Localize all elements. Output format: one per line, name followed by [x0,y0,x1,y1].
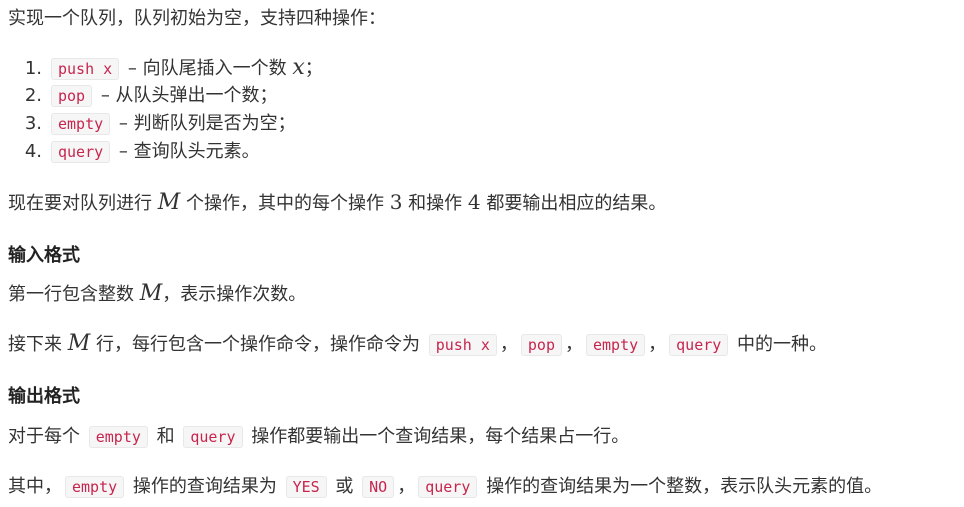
next-lines-paragraph: 接下来 M 行，每行包含一个操作命令，操作命令为 push x， pop， empt… [8,327,827,362]
text: 现在要对队列进行 [8,193,158,214]
text: 操作都要输出一个查询结果，每个结果占一行。 [245,426,630,447]
text: 对于每个 [8,426,86,447]
text: 或 [329,476,360,497]
each-output-paragraph: 对于每个 empty 和 query 操作都要输出一个查询结果，每个结果占一行。 [8,420,629,454]
inline-code: empty [51,113,111,135]
inline-code: query [183,426,243,448]
math-number: 4 [467,190,481,214]
text: 操作的查询结果为一个整数，表示队头元素的值。 [480,476,883,497]
result-format-paragraph: 其中， empty 操作的查询结果为 YES 或 NO， query 操作的查询结果… [8,470,882,504]
text: ，表示操作次数。 [162,284,307,305]
text: 操作的查询结果为 [127,476,283,497]
ops-paragraph: 现在要对队列进行 M 个操作，其中的每个操作 3 和操作 4 都要输出相应的结果… [8,185,666,221]
op-desc: – 从队头弹出一个数； [95,85,278,106]
text: 和 [150,426,181,447]
math-var: M [157,190,181,215]
text: ， [648,334,667,355]
inline-code: query [669,334,729,356]
list-number: 2. [24,85,42,106]
op-desc: – 查询队头元素。 [113,141,260,162]
math-var: M [139,281,163,306]
math-var: M [67,331,91,356]
intro-text: 实现一个队列，队列初始为空，支持四种操作： [8,8,386,29]
operations-list: 1. push x – 向队尾插入一个数 x； 2. pop – 从队头弹出一个数；… [8,54,323,166]
text: 其中， [8,476,62,497]
input-format-heading: 输入格式 [8,245,80,266]
list-item: 2. pop – 从队头弹出一个数； [8,82,323,110]
text: 和操作 [402,193,468,214]
text: 接下来 [8,334,68,355]
inline-code: push x [428,334,497,356]
inline-code: pop [51,85,93,107]
inline-code: pop [520,334,562,356]
op-desc: – 判断队列是否为空； [113,113,296,134]
inline-code: NO [362,476,395,498]
inline-code: empty [65,476,125,498]
text: 中的一种。 [731,334,828,355]
text: ， [499,334,518,355]
first-line-paragraph: 第一行包含整数 M，表示操作次数。 [8,277,306,312]
text: 都要输出相应的结果。 [480,193,667,214]
inline-code: query [51,141,111,163]
inline-code: empty [88,426,148,448]
list-item: 1. push x – 向队尾插入一个数 x； [8,54,323,82]
list-number: 1. [24,58,42,79]
text: 个操作，其中的每个操作 [180,193,390,214]
list-number: 4. [24,141,42,162]
op-desc-end: ； [304,58,323,79]
text: 行，每行包含一个操作命令，操作命令为 [90,334,426,355]
op-desc: – 向队尾插入一个数 [122,58,293,79]
inline-code: YES [285,476,327,498]
list-item: 3. empty – 判断队列是否为空； [8,110,323,138]
inline-code: query [418,476,478,498]
math-var: x [292,55,305,80]
list-item: 4. query – 查询队头元素。 [8,138,323,166]
math-number: 3 [389,190,403,214]
inline-code: empty [586,334,646,356]
text: 第一行包含整数 [8,284,140,305]
list-number: 3. [24,113,42,134]
output-format-heading: 输出格式 [8,386,80,407]
text: ， [565,334,583,355]
text: ， [397,476,416,497]
inline-code: push x [51,58,120,80]
